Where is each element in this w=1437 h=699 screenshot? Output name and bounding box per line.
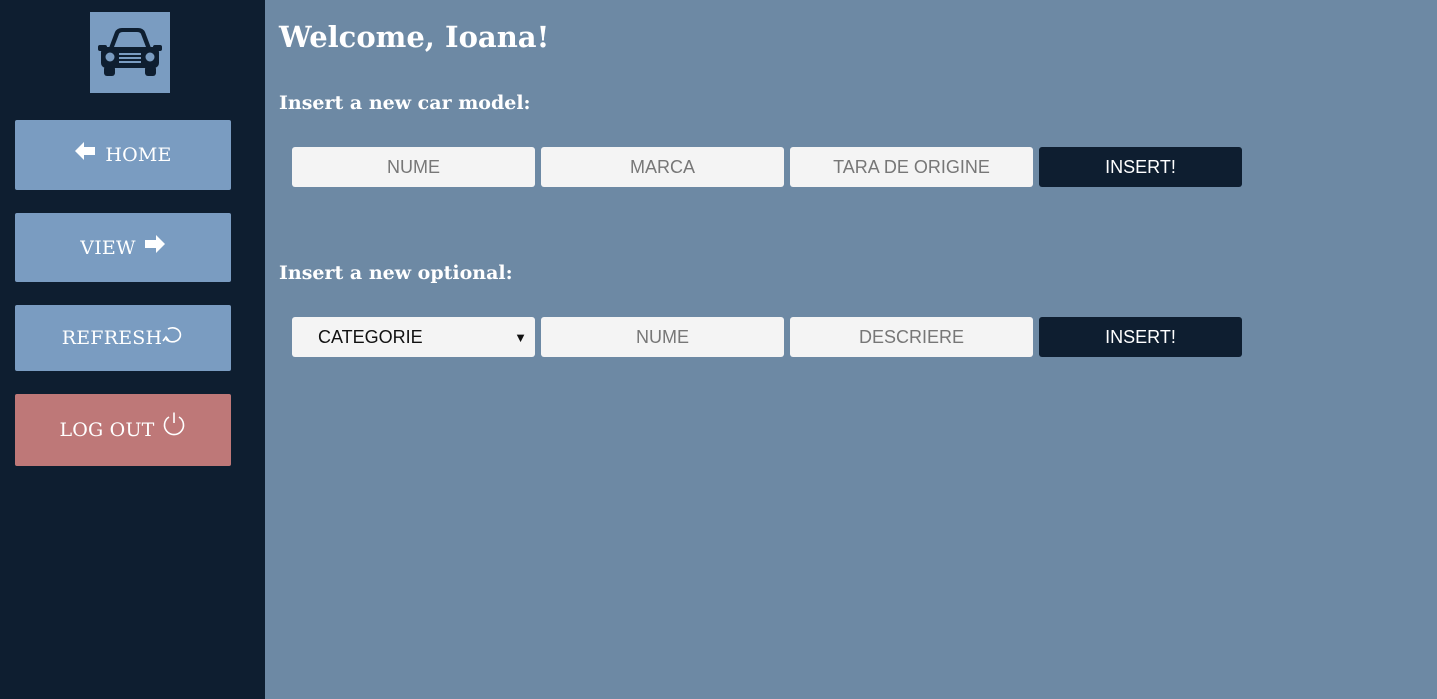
logout-button[interactable]: LOG OUT: [15, 394, 231, 466]
optional-section-title: Insert a new optional:: [279, 262, 513, 284]
home-button[interactable]: HOME: [15, 120, 231, 190]
sidebar: HOME VIEW REFRESH LOG OUT: [0, 0, 265, 699]
car-model-form: INSERT!: [292, 147, 1242, 187]
welcome-heading: Welcome, Ioana!: [279, 20, 550, 54]
arrow-left-icon: [75, 142, 96, 160]
car-model-section-title: Insert a new car model:: [279, 92, 531, 114]
car-brand-input[interactable]: [541, 147, 784, 187]
arrow-right-icon: [144, 234, 165, 253]
category-select-value: CATEGORIE: [318, 326, 423, 347]
insert-car-model-button[interactable]: INSERT!: [1039, 147, 1242, 187]
car-name-input[interactable]: [292, 147, 535, 187]
chevron-down-icon: ▼: [514, 329, 527, 345]
view-label: VIEW: [80, 236, 136, 259]
app: HOME VIEW REFRESH LOG OUT Welcome, Ioana…: [0, 0, 1437, 699]
optional-description-input[interactable]: [790, 317, 1033, 357]
car-icon: [98, 27, 162, 76]
view-button[interactable]: VIEW: [15, 213, 231, 282]
power-icon: [163, 412, 184, 436]
car-country-input[interactable]: [790, 147, 1033, 187]
refresh-label: REFRESH: [61, 327, 163, 349]
optional-name-input[interactable]: [541, 317, 784, 357]
optional-form: CATEGORIE ▼ INSERT!: [292, 317, 1242, 357]
main-content: Welcome, Ioana! Insert a new car model: …: [265, 0, 1437, 699]
app-logo[interactable]: [90, 12, 170, 93]
refresh-button[interactable]: REFRESH: [15, 305, 231, 371]
category-select[interactable]: CATEGORIE ▼: [292, 317, 535, 357]
home-label: HOME: [105, 144, 172, 166]
insert-optional-button[interactable]: INSERT!: [1039, 317, 1242, 357]
refresh-icon: [162, 327, 182, 343]
logout-label: LOG OUT: [59, 419, 155, 441]
